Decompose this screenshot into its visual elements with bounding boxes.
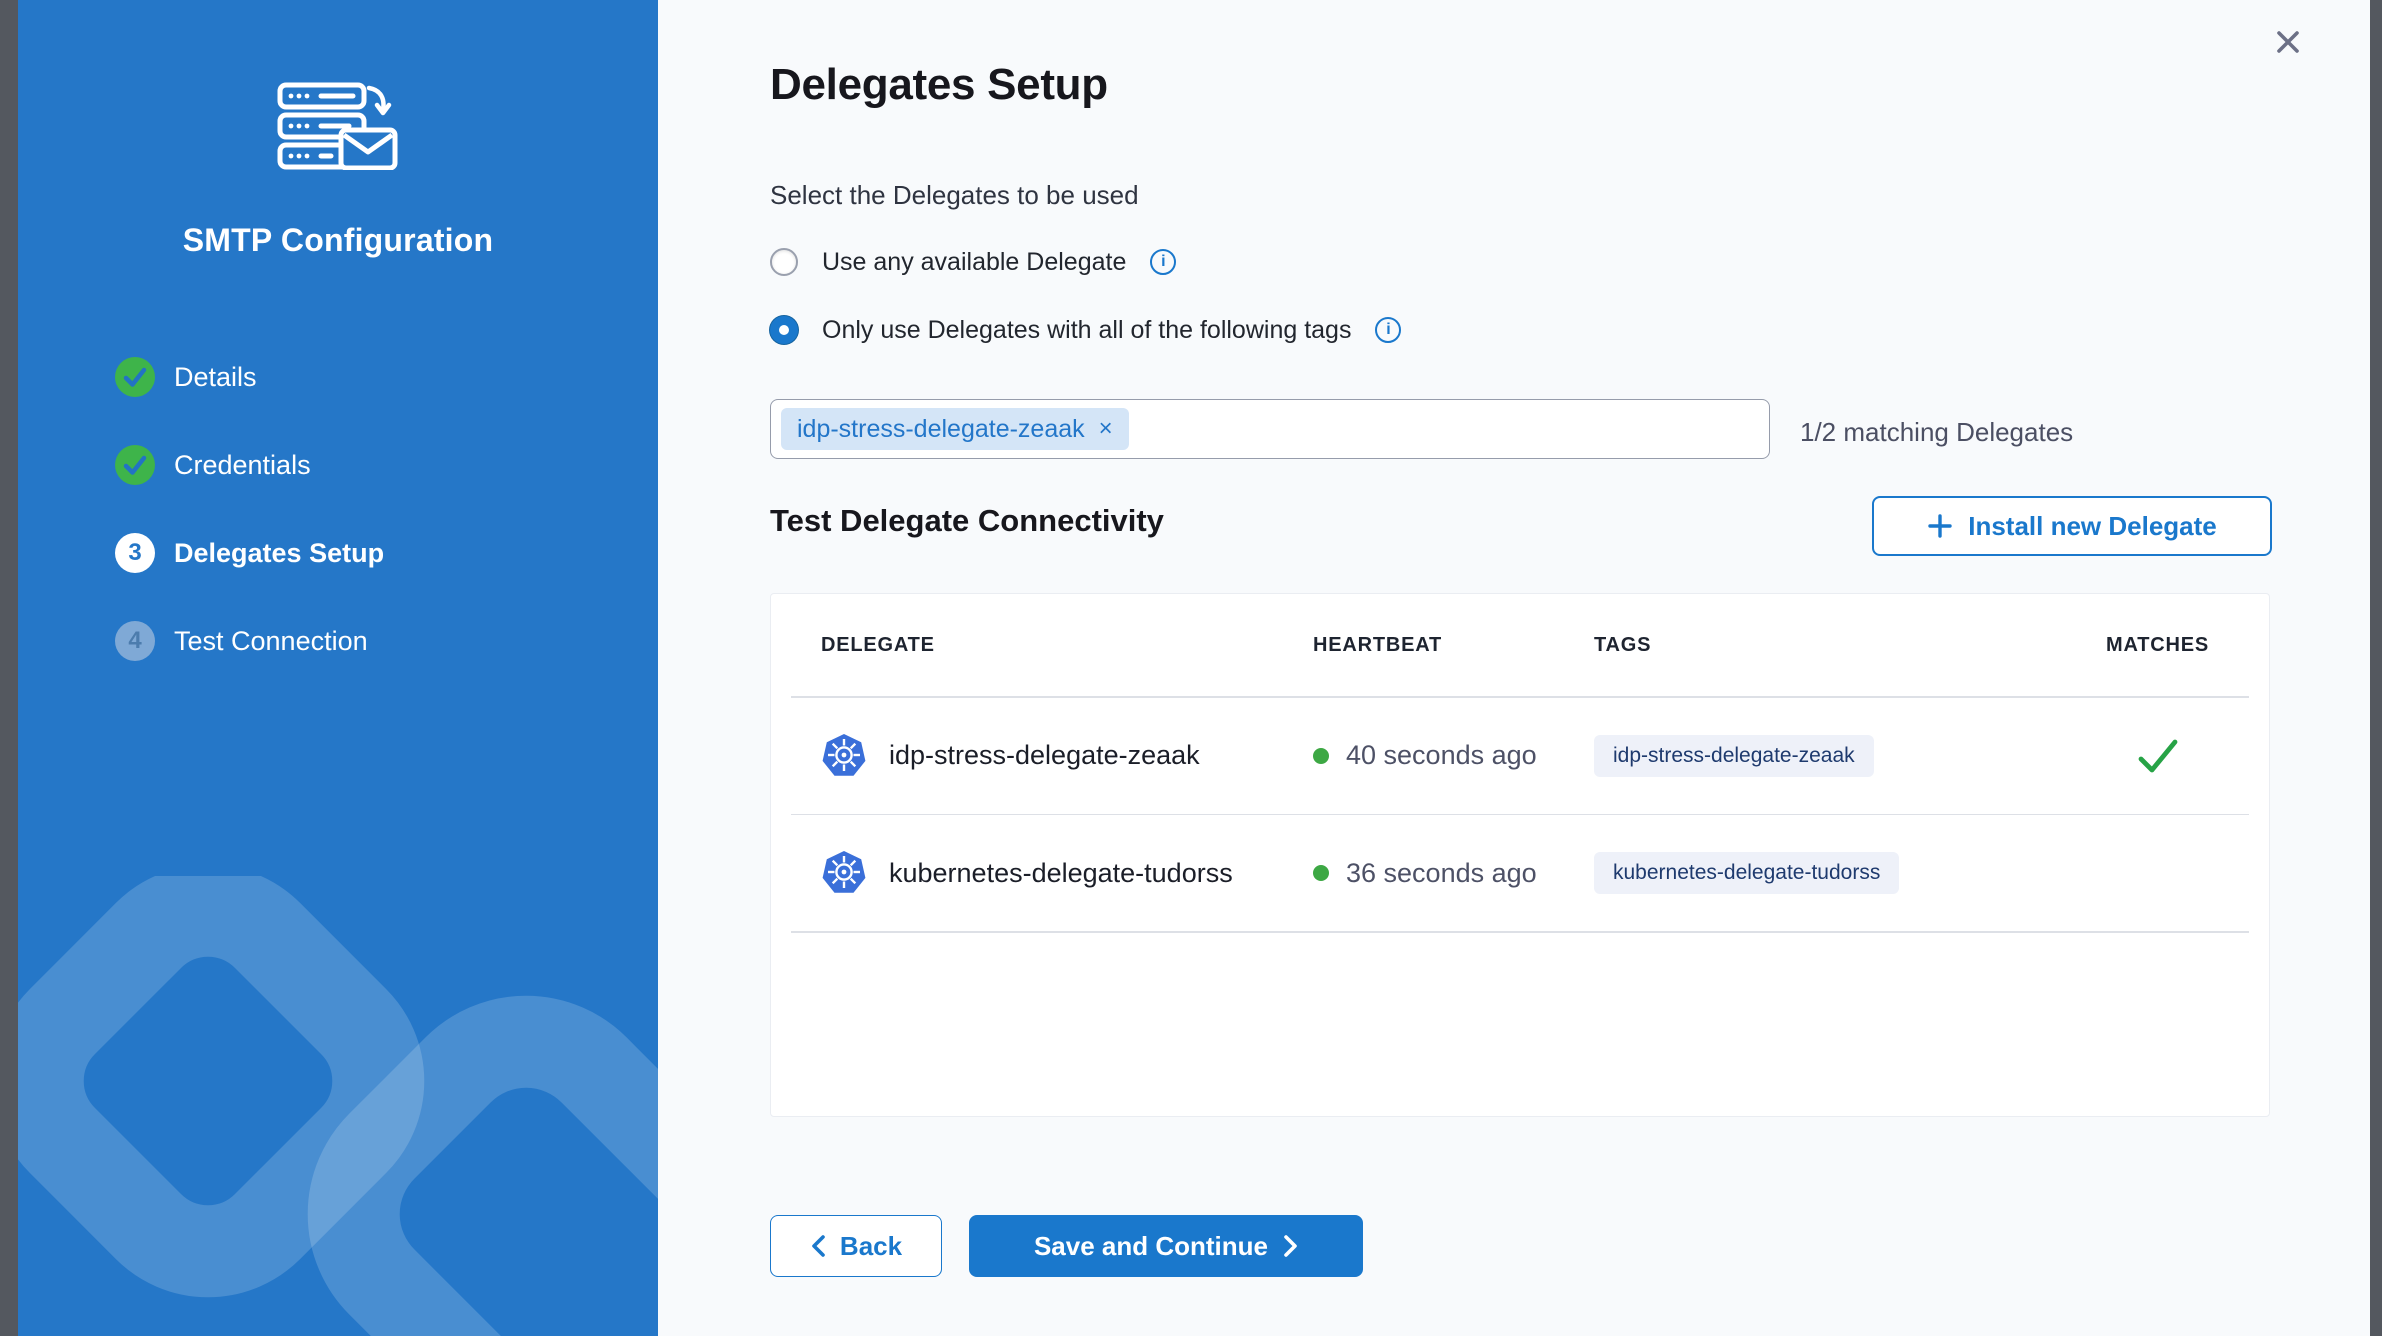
chevron-right-icon bbox=[1282, 1233, 1298, 1259]
radio-label: Use any available Delegate bbox=[822, 248, 1126, 277]
install-new-delegate-button[interactable]: Install new Delegate bbox=[1872, 496, 2272, 556]
plus-icon bbox=[1927, 513, 1953, 539]
step-label: Credentials bbox=[174, 450, 311, 481]
delegate-name: kubernetes-delegate-tudorss bbox=[889, 858, 1233, 889]
radio-use-any-delegate[interactable]: Use any available Delegate i bbox=[770, 245, 1176, 279]
step-number-badge: 4 bbox=[115, 621, 155, 661]
smtp-configuration-modal: SMTP Configuration Details Credentials 3 bbox=[18, 0, 2370, 1336]
close-button[interactable] bbox=[2268, 22, 2308, 62]
sidebar-item-details[interactable]: Details bbox=[115, 357, 384, 397]
delegate-tags-input[interactable]: idp-stress-delegate-zeaak × bbox=[770, 399, 1770, 459]
brand-watermark bbox=[18, 876, 658, 1336]
sidebar-item-test-connection[interactable]: 4 Test Connection bbox=[115, 621, 384, 661]
screen: SMTP Configuration Details Credentials 3 bbox=[0, 0, 2382, 1336]
step-label: Delegates Setup bbox=[174, 538, 384, 569]
smtp-mail-servers-icon bbox=[277, 82, 399, 170]
delegate-name: idp-stress-delegate-zeaak bbox=[889, 740, 1200, 771]
radio-label: Only use Delegates with all of the follo… bbox=[822, 316, 1351, 345]
table-header: DELEGATE HEARTBEAT TAGS MATCHES bbox=[771, 594, 2269, 696]
heartbeat-status-dot bbox=[1313, 748, 1329, 764]
tag-chip-label: idp-stress-delegate-zeaak bbox=[797, 415, 1085, 444]
wizard-title: SMTP Configuration bbox=[18, 222, 658, 259]
radio-unselected-icon[interactable] bbox=[770, 248, 798, 276]
table-row: idp-stress-delegate-zeaak 40 seconds ago… bbox=[771, 698, 2269, 814]
delegate-tag-badge: kubernetes-delegate-tudorss bbox=[1594, 852, 1899, 894]
column-header-matches: MATCHES bbox=[1999, 634, 2209, 657]
info-icon[interactable]: i bbox=[1150, 249, 1176, 275]
wizard-steps: Details Credentials 3 Delegates Setup 4 … bbox=[115, 357, 384, 709]
back-button-label: Back bbox=[840, 1231, 902, 1262]
info-icon[interactable]: i bbox=[1375, 317, 1401, 343]
heartbeat-text: 40 seconds ago bbox=[1346, 740, 1537, 771]
heartbeat-text: 36 seconds ago bbox=[1346, 858, 1537, 889]
page-title: Delegates Setup bbox=[770, 60, 1108, 110]
delegates-table: DELEGATE HEARTBEAT TAGS MATCHES bbox=[770, 593, 2270, 1117]
close-icon bbox=[2271, 25, 2305, 59]
step-complete-icon bbox=[115, 357, 155, 397]
sidebar-item-credentials[interactable]: Credentials bbox=[115, 445, 384, 485]
sidebar-item-delegates-setup[interactable]: 3 Delegates Setup bbox=[115, 533, 384, 573]
radio-selected-icon[interactable] bbox=[770, 316, 798, 344]
table-row: kubernetes-delegate-tudorss 36 seconds a… bbox=[771, 815, 2269, 931]
delegate-tag-badge: idp-stress-delegate-zeaak bbox=[1594, 735, 1874, 777]
column-header-heartbeat: HEARTBEAT bbox=[1313, 634, 1594, 657]
column-header-delegate: DELEGATE bbox=[821, 634, 1313, 657]
kubernetes-icon bbox=[821, 733, 867, 779]
tag-chip[interactable]: idp-stress-delegate-zeaak × bbox=[781, 408, 1129, 450]
step-label: Test Connection bbox=[174, 626, 368, 657]
save-and-continue-button[interactable]: Save and Continue bbox=[969, 1215, 1363, 1277]
matching-delegates-count: 1/2 matching Delegates bbox=[1800, 417, 2073, 448]
select-delegates-label: Select the Delegates to be used bbox=[770, 180, 1139, 211]
install-button-label: Install new Delegate bbox=[1968, 511, 2217, 542]
section-title: Test Delegate Connectivity bbox=[770, 503, 1164, 539]
wizard-sidebar: SMTP Configuration Details Credentials 3 bbox=[18, 0, 658, 1336]
remove-tag-icon[interactable]: × bbox=[1099, 417, 1113, 441]
column-header-tags: TAGS bbox=[1594, 634, 1999, 657]
divider bbox=[791, 931, 2249, 933]
save-button-label: Save and Continue bbox=[1034, 1231, 1268, 1262]
radio-delegates-with-tags[interactable]: Only use Delegates with all of the follo… bbox=[770, 313, 1401, 347]
heartbeat-status-dot bbox=[1313, 865, 1329, 881]
matches-check-icon bbox=[2135, 733, 2181, 779]
step-complete-icon bbox=[115, 445, 155, 485]
step-label: Details bbox=[174, 362, 257, 393]
chevron-left-icon bbox=[810, 1233, 826, 1259]
kubernetes-icon bbox=[821, 850, 867, 896]
step-number-badge: 3 bbox=[115, 533, 155, 573]
delegates-setup-panel: Delegates Setup Select the Delegates to … bbox=[658, 0, 2370, 1336]
back-button[interactable]: Back bbox=[770, 1215, 942, 1277]
